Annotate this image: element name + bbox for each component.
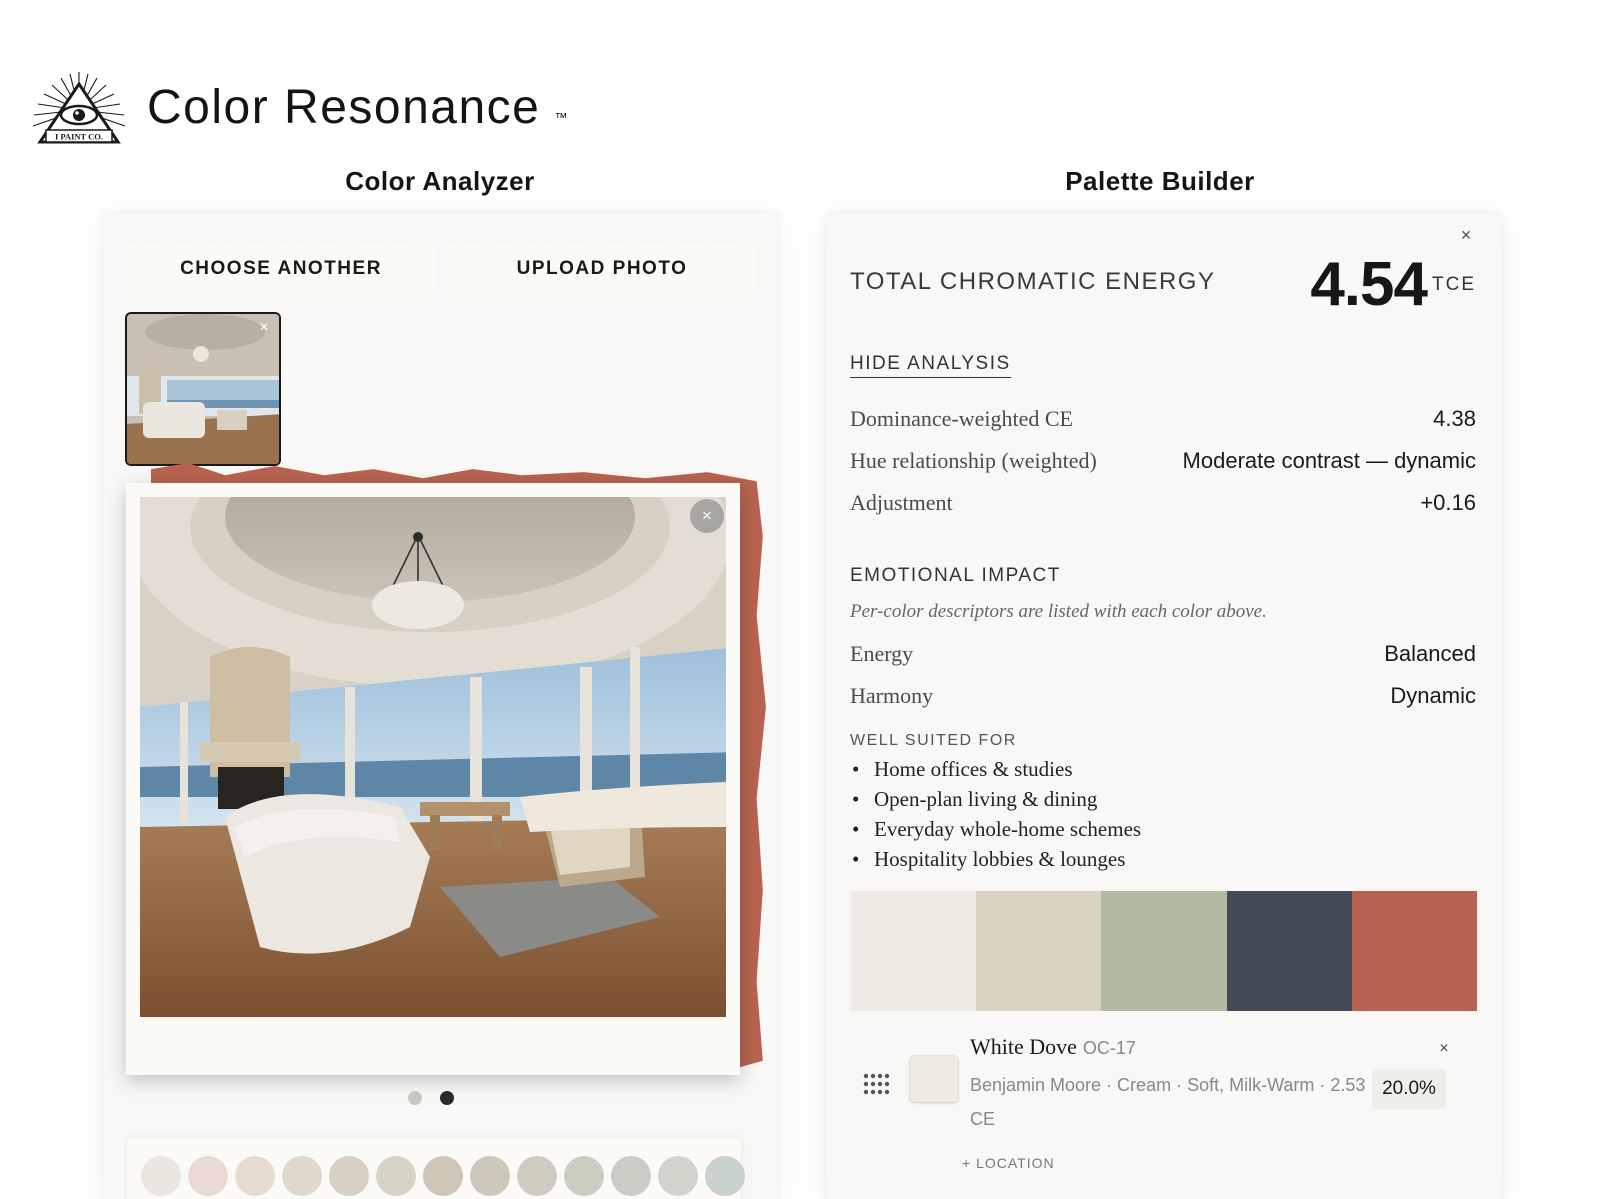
logo-text: I PAINT CO. xyxy=(55,132,103,142)
i-paint-co-logo: I PAINT CO. xyxy=(32,72,126,144)
tce-value: 4.54 xyxy=(1310,250,1428,319)
color-name-text: White Dove xyxy=(970,1034,1077,1059)
remove-color-icon[interactable]: × xyxy=(1434,1039,1454,1059)
emotion-row-energy: Energy Balanced xyxy=(850,639,1476,669)
metric-row-dominance: Dominance-weighted CE 4.38 xyxy=(850,404,1476,434)
list-item: Everyday whole-home schemes xyxy=(850,814,1141,844)
extracted-color-swatch[interactable] xyxy=(517,1156,557,1196)
carousel-dot-2[interactable] xyxy=(440,1091,454,1105)
color-swatch[interactable] xyxy=(910,1056,958,1102)
emotion-label: Harmony xyxy=(850,683,934,708)
tce-label: TOTAL CHROMATIC ENERGY xyxy=(850,268,1216,295)
metric-value: Moderate contrast — dynamic xyxy=(1182,448,1476,473)
metric-label: Adjustment xyxy=(850,490,953,515)
extracted-color-swatch[interactable] xyxy=(329,1156,369,1196)
add-location-button[interactable]: + LOCATION xyxy=(962,1154,1055,1172)
palette-builder-heading: Palette Builder xyxy=(1065,166,1255,196)
well-suited-list: Home offices & studies Open-plan living … xyxy=(850,754,1141,874)
extracted-color-swatch[interactable] xyxy=(188,1156,228,1196)
extracted-color-swatch[interactable] xyxy=(470,1156,510,1196)
emotional-impact-heading: EMOTIONAL IMPACT xyxy=(850,565,1061,586)
emotion-value: Balanced xyxy=(1384,641,1476,666)
palette-color-block[interactable] xyxy=(1226,891,1352,1011)
photo-thumbnail[interactable]: × xyxy=(125,312,281,466)
app-title-text: Color Resonance xyxy=(147,81,541,134)
palette-builder-panel: × TOTAL CHROMATIC ENERGY 4.54 TCE HIDE A… xyxy=(826,213,1502,1199)
close-analysis-icon[interactable]: × xyxy=(1454,223,1478,247)
metric-row-adjustment: Adjustment +0.16 xyxy=(850,488,1476,518)
extracted-color-swatch[interactable] xyxy=(282,1156,322,1196)
color-analyzer-heading: Color Analyzer xyxy=(345,166,535,196)
carousel-dot-1[interactable] xyxy=(408,1091,422,1105)
emotion-value: Dynamic xyxy=(1390,683,1476,708)
color-name: White Dove OC-17 xyxy=(970,1033,1136,1062)
metric-label: Dominance-weighted CE xyxy=(850,406,1073,431)
photo-close-icon[interactable]: × xyxy=(690,499,724,533)
palette-color-block[interactable] xyxy=(1101,891,1227,1011)
list-item: Hospitality lobbies & lounges xyxy=(850,844,1141,874)
extracted-swatch-strip xyxy=(127,1138,745,1199)
extracted-color-swatch[interactable] xyxy=(564,1156,604,1196)
app-title: Color Resonance ™ xyxy=(147,80,567,136)
extracted-color-swatch[interactable] xyxy=(658,1156,698,1196)
palette-bar xyxy=(851,891,1478,1011)
metric-value: 4.38 xyxy=(1433,406,1476,431)
well-suited-heading: WELL SUITED FOR xyxy=(850,732,1017,749)
trademark-mark: ™ xyxy=(554,110,568,125)
choose-another-button[interactable]: CHOOSE ANOTHER xyxy=(127,242,435,296)
hide-analysis-link[interactable]: HIDE ANALYSIS xyxy=(850,353,1011,378)
tce-unit: TCE xyxy=(1432,274,1476,295)
color-meta: Benjamin Moore · Cream · Soft, Milk-Warm… xyxy=(970,1075,1366,1129)
list-item: Open-plan living & dining xyxy=(850,784,1141,814)
living-room-image xyxy=(140,497,726,1017)
room-photo: × xyxy=(140,497,726,1017)
palette-color-block[interactable] xyxy=(976,891,1102,1011)
carousel-dots xyxy=(403,1091,483,1107)
extracted-color-swatch[interactable] xyxy=(141,1156,181,1196)
emotion-label: Energy xyxy=(850,641,914,666)
photo-frame: × xyxy=(126,483,740,1075)
extracted-color-swatch[interactable] xyxy=(705,1156,745,1196)
color-code: OC-17 xyxy=(1082,1038,1136,1058)
upload-photo-button[interactable]: UPLOAD PHOTO xyxy=(447,242,757,296)
extracted-color-swatch[interactable] xyxy=(611,1156,651,1196)
palette-color-entry: White Dove OC-17 Benjamin Moore · Cream ·… xyxy=(850,1029,1476,1179)
color-analyzer-panel: CHOOSE ANOTHER UPLOAD PHOTO × × xyxy=(103,213,778,1199)
metric-label: Hue relationship (weighted) xyxy=(850,448,1097,473)
emotion-row-harmony: Harmony Dynamic xyxy=(850,681,1476,711)
color-percent-input[interactable]: 20.0% xyxy=(1372,1069,1446,1109)
thumbnail-close-icon[interactable]: × xyxy=(253,317,275,339)
extracted-color-swatch[interactable] xyxy=(376,1156,416,1196)
list-item: Home offices & studies xyxy=(850,754,1141,784)
drag-handle-icon[interactable] xyxy=(862,1072,892,1096)
palette-color-block[interactable] xyxy=(851,891,977,1011)
palette-color-block[interactable] xyxy=(1351,891,1478,1011)
metric-value: +0.16 xyxy=(1420,490,1476,515)
extracted-color-swatch[interactable] xyxy=(423,1156,463,1196)
emotional-impact-note: Per-color descriptors are listed with ea… xyxy=(850,601,1267,622)
extracted-color-swatch[interactable] xyxy=(235,1156,275,1196)
metric-row-hue: Hue relationship (weighted) Moderate con… xyxy=(850,446,1476,476)
